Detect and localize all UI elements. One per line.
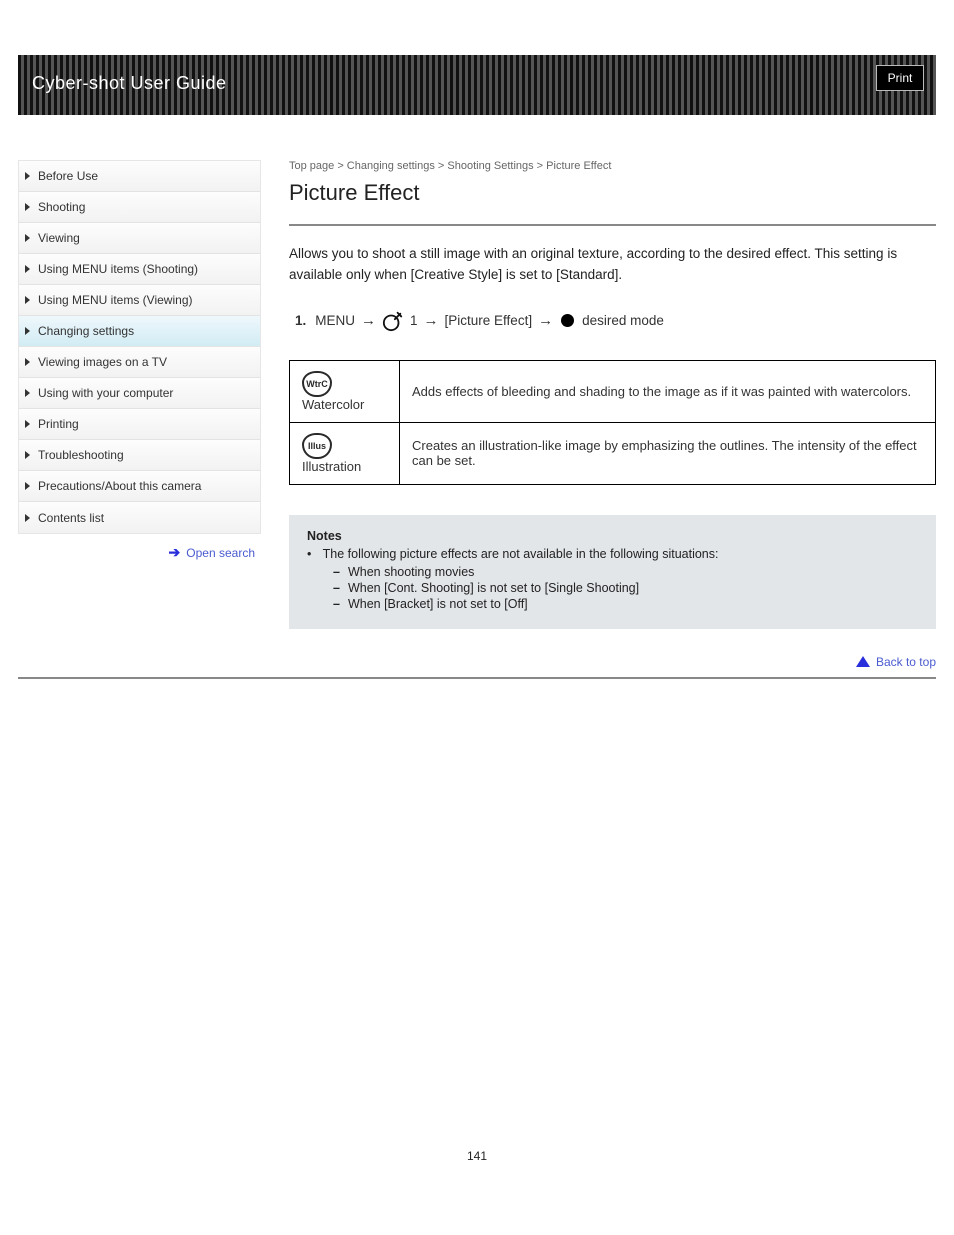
sidebar-item-label: Shooting <box>38 200 85 214</box>
caret-right-icon <box>25 327 30 335</box>
caret-right-icon <box>25 389 30 397</box>
sidebar-item-label: Changing settings <box>38 324 134 338</box>
caret-right-icon <box>25 482 30 490</box>
sidebar-item-label: Before Use <box>38 169 98 183</box>
back-to-top-label: Back to top <box>876 655 936 669</box>
watercolor-icon: WtrC <box>302 371 332 397</box>
print-button[interactable]: Print <box>876 65 924 91</box>
caret-right-icon <box>25 358 30 366</box>
sidebar-item-label: Using MENU items (Shooting) <box>38 262 198 276</box>
note-item: When [Bracket] is not set to [Off] <box>333 597 918 611</box>
step-1: 1. MENU → 1 → [Picture Effect] → desired… <box>295 310 936 332</box>
open-search-link[interactable]: ➔ Open search <box>18 544 261 561</box>
sidebar-item-troubleshooting[interactable]: Troubleshooting <box>19 440 260 471</box>
note-item: When shooting movies <box>333 565 918 579</box>
sidebar-item-label: Viewing <box>38 231 80 245</box>
sidebar-item-label: Viewing images on a TV <box>38 355 167 369</box>
page-title: Picture Effect <box>289 180 936 206</box>
content-area: Top page > Changing settings > Shooting … <box>289 160 936 669</box>
option-cell-illustration: Illus Illustration <box>290 422 400 484</box>
arrow-right-icon: → <box>538 312 553 329</box>
sidebar-item-label: Printing <box>38 417 79 431</box>
edit-icon <box>382 310 404 332</box>
sidebar-item-printing[interactable]: Printing <box>19 409 260 440</box>
sidebar-item-contents-list[interactable]: Contents list <box>19 502 260 533</box>
notes-heading: Notes <box>307 529 918 543</box>
step-tail: desired mode <box>582 313 664 328</box>
option-desc: Adds effects of bleeding and shading to … <box>400 360 936 422</box>
sidebar-nav: Before Use Shooting Viewing Using MENU i… <box>18 160 261 534</box>
note-lead: The following picture effects are not av… <box>307 547 918 611</box>
bottom-divider <box>18 677 936 679</box>
caret-right-icon <box>25 172 30 180</box>
bullet-icon <box>561 314 574 327</box>
title-divider <box>289 224 936 226</box>
arrow-right-icon: → <box>361 312 376 329</box>
table-row: Illus Illustration Creates an illustrati… <box>290 422 936 484</box>
sidebar-item-tv[interactable]: Viewing images on a TV <box>19 347 260 378</box>
option-desc: Creates an illustration-like image by em… <box>400 422 936 484</box>
caret-right-icon <box>25 420 30 428</box>
caret-right-icon <box>25 296 30 304</box>
sidebar-item-menu-shooting[interactable]: Using MENU items (Shooting) <box>19 254 260 285</box>
note-item: When [Cont. Shooting] is not set to [Sin… <box>333 581 918 595</box>
sidebar-item-before-use[interactable]: Before Use <box>19 161 260 192</box>
sidebar-item-label: Using MENU items (Viewing) <box>38 293 192 307</box>
options-table: WtrC Watercolor Adds effects of bleeding… <box>289 360 936 485</box>
table-row: WtrC Watercolor Adds effects of bleeding… <box>290 360 936 422</box>
step-setting-label: [Picture Effect] <box>445 313 533 328</box>
sidebar: Before Use Shooting Viewing Using MENU i… <box>18 160 261 669</box>
sidebar-item-precautions[interactable]: Precautions/About this camera <box>19 471 260 502</box>
arrow-right-icon: → <box>424 312 439 329</box>
step-menu-label: MENU <box>315 313 355 328</box>
caret-right-icon <box>25 451 30 459</box>
intro-text: Allows you to shoot a still image with a… <box>289 244 929 286</box>
sidebar-item-shooting[interactable]: Shooting <box>19 192 260 223</box>
sidebar-item-computer[interactable]: Using with your computer <box>19 378 260 409</box>
sidebar-item-menu-viewing[interactable]: Using MENU items (Viewing) <box>19 285 260 316</box>
step-list: 1. MENU → 1 → [Picture Effect] → desired… <box>289 310 936 332</box>
caret-right-icon <box>25 203 30 211</box>
option-cell-watercolor: WtrC Watercolor <box>290 360 400 422</box>
illustration-icon: Illus <box>302 433 332 459</box>
sidebar-item-changing-settings[interactable]: Changing settings <box>19 316 260 347</box>
page-number: 141 <box>0 1149 954 1183</box>
step-page-num: 1 <box>410 313 418 328</box>
main-layout: Before Use Shooting Viewing Using MENU i… <box>0 160 954 669</box>
arrow-up-icon <box>856 656 870 667</box>
caret-right-icon <box>25 265 30 273</box>
banner-title: Cyber-shot User Guide <box>32 73 227 94</box>
sidebar-item-viewing[interactable]: Viewing <box>19 223 260 254</box>
sidebar-item-label: Using with your computer <box>38 386 173 400</box>
caret-right-icon <box>25 234 30 242</box>
sidebar-item-label: Contents list <box>38 511 104 525</box>
option-label: Watercolor <box>302 397 364 412</box>
open-search-label: Open search <box>186 546 255 560</box>
caret-right-icon <box>25 514 30 522</box>
breadcrumb: Top page > Changing settings > Shooting … <box>289 160 936 172</box>
sidebar-item-label: Troubleshooting <box>38 448 124 462</box>
arrow-right-icon: ➔ <box>169 544 181 561</box>
top-banner: Cyber-shot User Guide Print <box>18 55 936 115</box>
option-label: Illustration <box>302 459 361 474</box>
sidebar-item-label: Precautions/About this camera <box>38 479 201 493</box>
back-to-top-link[interactable]: Back to top <box>289 655 936 669</box>
notes-box: Notes The following picture effects are … <box>289 515 936 629</box>
step-number: 1. <box>295 313 306 328</box>
